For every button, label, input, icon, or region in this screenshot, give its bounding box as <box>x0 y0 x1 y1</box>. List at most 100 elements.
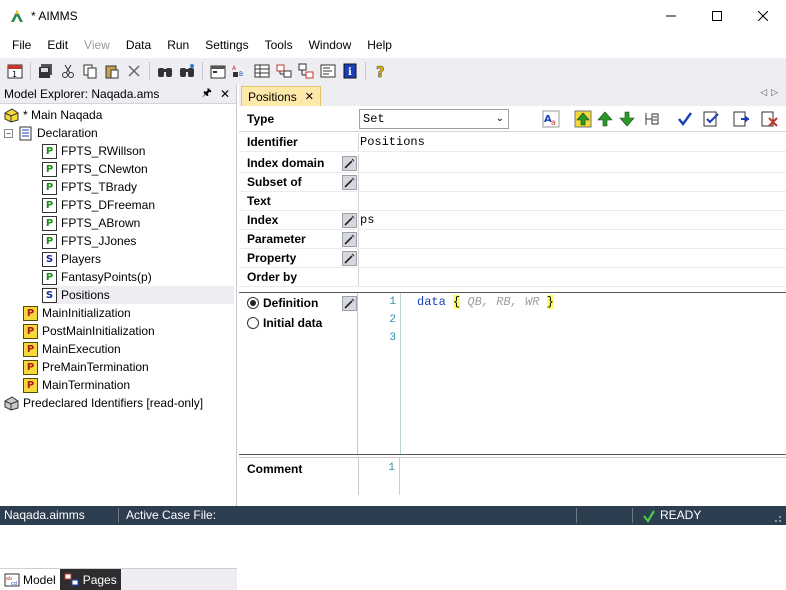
index-domain-field[interactable] <box>358 154 786 172</box>
menu-edit[interactable]: Edit <box>39 34 76 56</box>
menu-tools[interactable]: Tools <box>257 34 301 56</box>
template-manager-icon[interactable] <box>296 61 316 81</box>
parameter-field[interactable] <box>358 230 786 248</box>
tab-pages[interactable]: Pages <box>59 569 121 590</box>
resize-grip-icon[interactable] <box>772 512 782 522</box>
tree-item-fpts-dfreeman[interactable]: P FPTS_DFreeman <box>42 196 155 214</box>
svg-text:?: ? <box>376 63 385 79</box>
subset-of-field[interactable] <box>358 173 786 191</box>
menu-view[interactable]: View <box>76 34 118 56</box>
help-icon[interactable]: ? <box>371 61 391 81</box>
tree-item-positions[interactable]: S Positions <box>42 286 234 304</box>
wizard-icon[interactable] <box>342 232 357 247</box>
spelling-check-icon[interactable]: Aa <box>541 109 561 129</box>
paste-icon[interactable] <box>102 61 122 81</box>
tree-item-fpts-jjones[interactable]: P FPTS_JJones <box>42 232 136 250</box>
page-manager-icon[interactable] <box>274 61 294 81</box>
tree-item-maininitialization[interactable]: P MainInitialization <box>23 304 131 322</box>
tab-model[interactable]: ab cd Model <box>0 569 60 590</box>
tree-item-fpts-cnewton[interactable]: P FPTS_CNewton <box>42 160 148 178</box>
menu-help[interactable]: Help <box>359 34 400 56</box>
text-field[interactable] <box>358 192 786 210</box>
attributes-icon[interactable] <box>208 61 228 81</box>
check-icon[interactable] <box>675 109 695 129</box>
tree-item-maintermination[interactable]: P MainTermination <box>23 376 130 394</box>
tree-item-main[interactable]: * Main Naqada <box>4 106 102 124</box>
comment-editor[interactable] <box>402 458 786 495</box>
tree-item-mainexecution[interactable]: P MainExecution <box>23 340 121 358</box>
definition-section: Definition Initial data 1 2 3 data { QB,… <box>239 292 786 455</box>
arrow-down-icon[interactable] <box>617 109 637 129</box>
tree-item-fpts-abrown[interactable]: P FPTS_ABrown <box>42 214 140 232</box>
menu-file[interactable]: File <box>0 34 39 56</box>
tree-item-fantasypoints[interactable]: P FantasyPoints(p) <box>42 268 152 286</box>
menu-builder-icon[interactable] <box>318 61 338 81</box>
initial-data-radio[interactable]: Initial data <box>247 316 322 330</box>
maximize-button[interactable] <box>694 0 740 32</box>
move-up-icon[interactable] <box>573 109 593 129</box>
tree-item-label: MainInitialization <box>42 306 131 320</box>
wizard-icon[interactable] <box>342 213 357 228</box>
copy-icon[interactable] <box>80 61 100 81</box>
tree-item-declaration[interactable]: − Declaration <box>4 124 98 142</box>
cut-icon[interactable] <box>58 61 78 81</box>
tree-item-premaintermination[interactable]: P PreMainTermination <box>23 358 149 376</box>
tree-item-label: MainExecution <box>42 342 121 356</box>
tree-item-label: FPTS_TBrady <box>61 180 138 194</box>
find-next-icon[interactable] <box>177 61 197 81</box>
commit-close-icon[interactable] <box>731 109 751 129</box>
insert-icon[interactable] <box>641 109 661 129</box>
menu-window[interactable]: Window <box>301 34 360 56</box>
minimize-button[interactable] <box>648 0 694 32</box>
tab-positions[interactable]: Positions ✕ <box>241 86 321 106</box>
status-active-case: Active Case File: <box>126 508 217 522</box>
find-icon[interactable] <box>155 61 175 81</box>
save-all-icon[interactable] <box>36 61 56 81</box>
info-icon[interactable]: i <box>340 61 360 81</box>
pin-icon[interactable]: 🖈 <box>202 84 212 103</box>
tree-item-players[interactable]: S Players <box>42 250 101 268</box>
wizard-icon[interactable] <box>342 251 357 266</box>
discard-close-icon[interactable] <box>759 109 779 129</box>
identifier-field[interactable]: Positions <box>358 133 786 151</box>
attribute-label: Subset of <box>247 175 302 189</box>
definition-radio[interactable]: Definition <box>247 296 318 310</box>
close-button[interactable] <box>740 0 786 32</box>
delete-icon[interactable] <box>124 61 144 81</box>
menu-run[interactable]: Run <box>159 34 197 56</box>
svg-text:B: B <box>239 71 243 78</box>
arrow-up-icon[interactable] <box>595 109 615 129</box>
menu-bar: File Edit View Data Run Settings Tools W… <box>0 34 786 56</box>
tree-item-postmaininitialization[interactable]: P PostMainInitialization <box>23 322 155 340</box>
type-label: Type <box>247 112 275 126</box>
tree-item-fpts-tbrady[interactable]: P FPTS_TBrady <box>42 178 137 196</box>
line-number: 1 <box>388 462 395 474</box>
attribute-label: Order by <box>247 270 298 284</box>
tab-scroll-icon[interactable]: ◁▷ <box>760 87 782 98</box>
type-select[interactable]: Set ⌄ <box>359 109 509 129</box>
wizard-icon[interactable] <box>342 156 357 171</box>
wizard-icon[interactable] <box>342 296 357 311</box>
svg-text:1: 1 <box>12 70 17 79</box>
svg-text:i: i <box>348 67 352 78</box>
close-panel-icon[interactable]: ✕ <box>220 87 230 101</box>
code-items: QB, RB, WR <box>467 295 540 309</box>
property-field[interactable] <box>358 249 786 267</box>
menu-settings[interactable]: Settings <box>197 34 256 56</box>
menu-data[interactable]: Data <box>118 34 159 56</box>
close-tab-icon[interactable]: ✕ <box>305 90 314 103</box>
initial-data-label: Initial data <box>263 316 323 330</box>
calendar-icon[interactable]: 1 <box>5 61 25 81</box>
identifier-selection-icon[interactable]: AB <box>230 61 250 81</box>
wizard-icon[interactable] <box>342 175 357 190</box>
explorer-tabs: ab cd Model Pages <box>0 568 237 590</box>
definition-code-editor[interactable]: data { QB, RB, WR } <box>417 295 554 309</box>
tree-item-predeclared[interactable]: Predeclared Identifiers [read-only] <box>4 394 203 412</box>
data-page-icon[interactable] <box>252 61 272 81</box>
tree-item-fpts-rwillson[interactable]: P FPTS_RWillson <box>42 142 145 160</box>
code-brace-close: } <box>546 295 554 309</box>
order-by-field[interactable] <box>358 268 786 286</box>
index-field[interactable]: ps <box>358 211 786 229</box>
commit-icon[interactable] <box>701 109 721 129</box>
collapse-icon[interactable]: − <box>4 128 13 138</box>
